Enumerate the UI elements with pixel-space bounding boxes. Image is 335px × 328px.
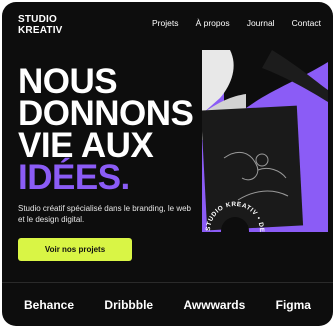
brand-logo[interactable]: STUDIO KREATIV: [18, 14, 63, 36]
headline-accent: IDÉES.: [18, 158, 130, 197]
client-figma: Figma: [275, 298, 311, 312]
nav-item-a-propos[interactable]: À propos: [196, 18, 230, 28]
nav-item-journal[interactable]: Journal: [247, 18, 275, 28]
client-dribbble: Dribbble: [104, 298, 154, 312]
hero-artwork: STUDIO KREATIV • DESIGN •: [202, 50, 328, 232]
nav-item-projets[interactable]: Projets: [152, 18, 178, 28]
top-nav: Projets À propos Journal Contact: [152, 18, 321, 28]
hero-description: Studio créatif spécialisé dans le brandi…: [18, 204, 191, 224]
client-behance: Behance: [24, 298, 75, 312]
client-logos: Behance Dribbble Awwwards Figma: [24, 298, 311, 312]
page-frame: STUDIO KREATIV Projets À propos Journal …: [2, 2, 333, 326]
view-projects-button[interactable]: Voir nos projets: [18, 238, 132, 261]
clients-divider: [2, 282, 333, 283]
nav-item-contact[interactable]: Contact: [292, 18, 321, 28]
hero-headline: NOUS DONNONS VIE AUX IDÉES.: [18, 64, 194, 197]
client-awwwards: Awwwards: [183, 298, 246, 312]
